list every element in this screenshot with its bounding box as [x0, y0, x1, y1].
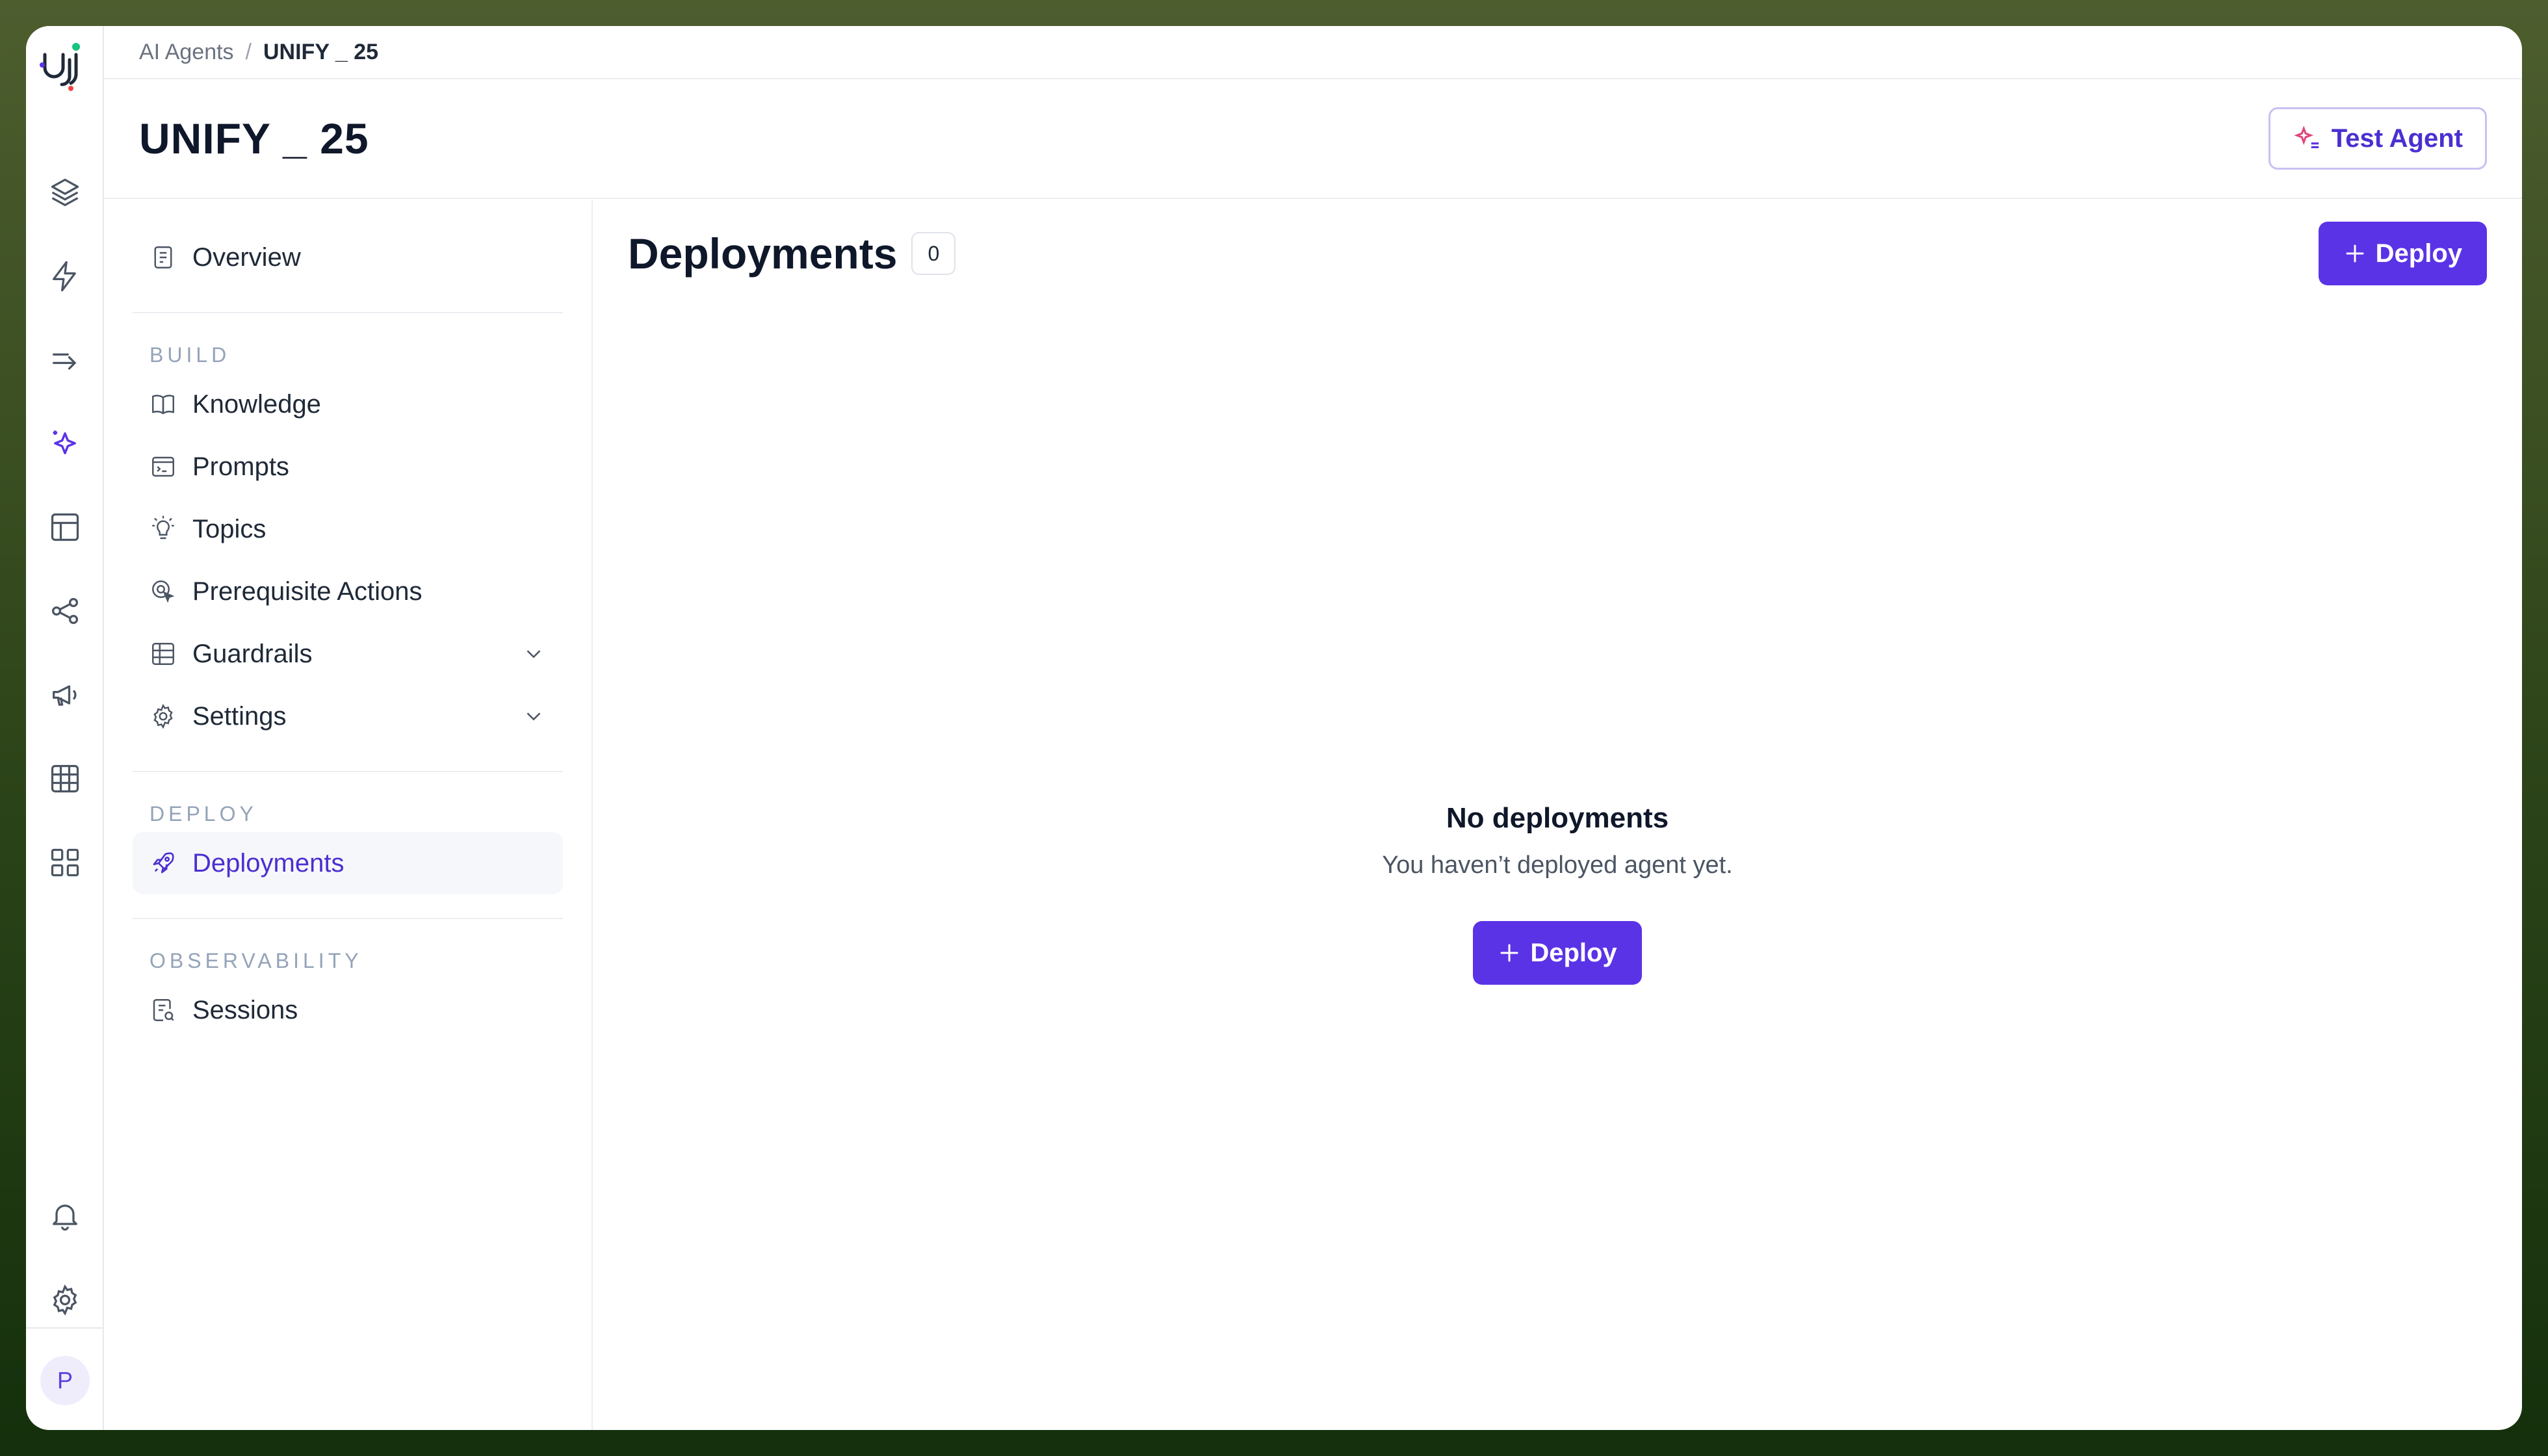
empty-state-deploy-button[interactable]: Deploy	[1473, 921, 1642, 985]
breadcrumb-parent[interactable]: AI Agents	[139, 40, 234, 65]
logo-icon	[40, 43, 80, 91]
icon-rail: P	[26, 26, 104, 1430]
nav-divider	[133, 918, 563, 919]
section-label-deploy: DEPLOY	[150, 801, 257, 826]
plus-icon	[1500, 944, 1518, 962]
app-logo[interactable]	[37, 40, 92, 95]
layout-icon[interactable]	[38, 500, 92, 554]
test-agent-label: Test Agent	[2331, 124, 2463, 153]
breadcrumb-current: UNIFY _ 25	[263, 39, 379, 64]
avatar[interactable]: P	[40, 1356, 90, 1405]
empty-state-title: No deployments	[1446, 802, 1669, 834]
deployments-header: Deployments 0 Deploy	[628, 221, 2487, 286]
share-icon[interactable]	[38, 584, 92, 638]
layers-icon[interactable]	[38, 165, 92, 220]
app-window: P AI Agents / UNIFY _ 25 UNIFY _ 25 Test…	[26, 26, 2522, 1430]
rocket-icon	[153, 852, 174, 874]
sidebar-item-overview[interactable]: Overview	[133, 226, 563, 289]
sidebar-item-label: Guardrails	[192, 639, 313, 668]
sidebar-item-label: Prompts	[192, 452, 289, 481]
deploy-button[interactable]: Deploy	[2318, 222, 2487, 285]
terminal-icon	[152, 456, 174, 477]
table-icon[interactable]	[38, 751, 92, 806]
test-agent-button[interactable]: Test Agent	[2268, 107, 2487, 170]
sidebar-item-label: Knowledge	[192, 389, 321, 419]
page-header: UNIFY _ 25 Test Agent	[104, 79, 2522, 199]
section-label-observability: OBSERVABILITY	[150, 948, 363, 972]
document-search-icon	[153, 999, 174, 1021]
section-label-build: BUILD	[150, 343, 231, 367]
gear-icon	[153, 703, 173, 729]
empty-state-description: You haven’t deployed agent yet.	[1382, 852, 1733, 879]
sidebar-item-prerequisite-actions[interactable]: Prerequisite Actions	[133, 560, 563, 623]
grid-icon	[152, 643, 174, 665]
sidebar-item-label: Settings	[192, 701, 287, 731]
bell-icon[interactable]	[38, 1188, 92, 1243]
breadcrumb: AI Agents / UNIFY _ 25	[104, 26, 2522, 79]
deployments-title: Deployments	[628, 229, 898, 278]
sidebar-item-label: Overview	[192, 242, 301, 272]
sidebar-item-sessions[interactable]: Sessions	[133, 979, 563, 1041]
agent-sidenav: Overview BUILD Knowledge Prompts Topics	[104, 200, 593, 1430]
sidebar-item-knowledge[interactable]: Knowledge	[133, 373, 563, 436]
document-icon	[154, 246, 172, 268]
deploy-button-label: Deploy	[2375, 239, 2462, 268]
page-title: UNIFY _ 25	[139, 114, 369, 162]
deployments-panel: Deployments 0 Deploy No deployments You …	[593, 200, 2522, 1430]
gear-icon[interactable]	[38, 1273, 92, 1327]
breadcrumb-separator: /	[245, 39, 252, 64]
target-pointer-icon	[152, 580, 175, 603]
book-icon	[152, 395, 174, 415]
sidebar-item-label: Sessions	[192, 995, 298, 1024]
nav-divider	[133, 771, 563, 772]
empty-state-deploy-label: Deploy	[1530, 938, 1617, 967]
chevron-down-icon[interactable]	[521, 642, 546, 666]
empty-state: No deployments You haven’t deployed agen…	[593, 802, 2522, 985]
deployments-count-badge: 0	[911, 232, 956, 275]
deployments-title-wrap: Deployments 0	[628, 229, 956, 278]
arrow-route-icon[interactable]	[38, 333, 92, 387]
main-area: AI Agents / UNIFY _ 25 UNIFY _ 25 Test A…	[104, 26, 2522, 1430]
page-body: Overview BUILD Knowledge Prompts Topics	[104, 200, 2522, 1430]
sidebar-item-settings[interactable]: Settings	[133, 685, 563, 748]
nav-divider	[133, 312, 563, 313]
sidebar-item-prompts[interactable]: Prompts	[133, 436, 563, 498]
sidebar-item-deployments[interactable]: Deployments	[133, 832, 563, 894]
rail-divider	[26, 1327, 104, 1329]
sidebar-item-topics[interactable]: Topics	[133, 498, 563, 560]
sidebar-item-label: Topics	[192, 514, 266, 543]
sidebar-item-label: Deployments	[192, 848, 344, 878]
plus-icon	[2346, 244, 2364, 263]
sidebar-item-guardrails[interactable]: Guardrails	[133, 623, 563, 685]
megaphone-icon[interactable]	[38, 668, 92, 722]
sidebar-item-label: Prerequisite Actions	[192, 577, 422, 606]
apps-grid-icon[interactable]	[38, 835, 92, 890]
lightbulb-icon	[152, 515, 174, 540]
chevron-down-icon[interactable]	[521, 704, 546, 729]
sparkles-icon[interactable]	[38, 416, 92, 471]
ai-sparkle-icon	[2294, 125, 2319, 148]
lightning-icon[interactable]	[38, 249, 92, 304]
